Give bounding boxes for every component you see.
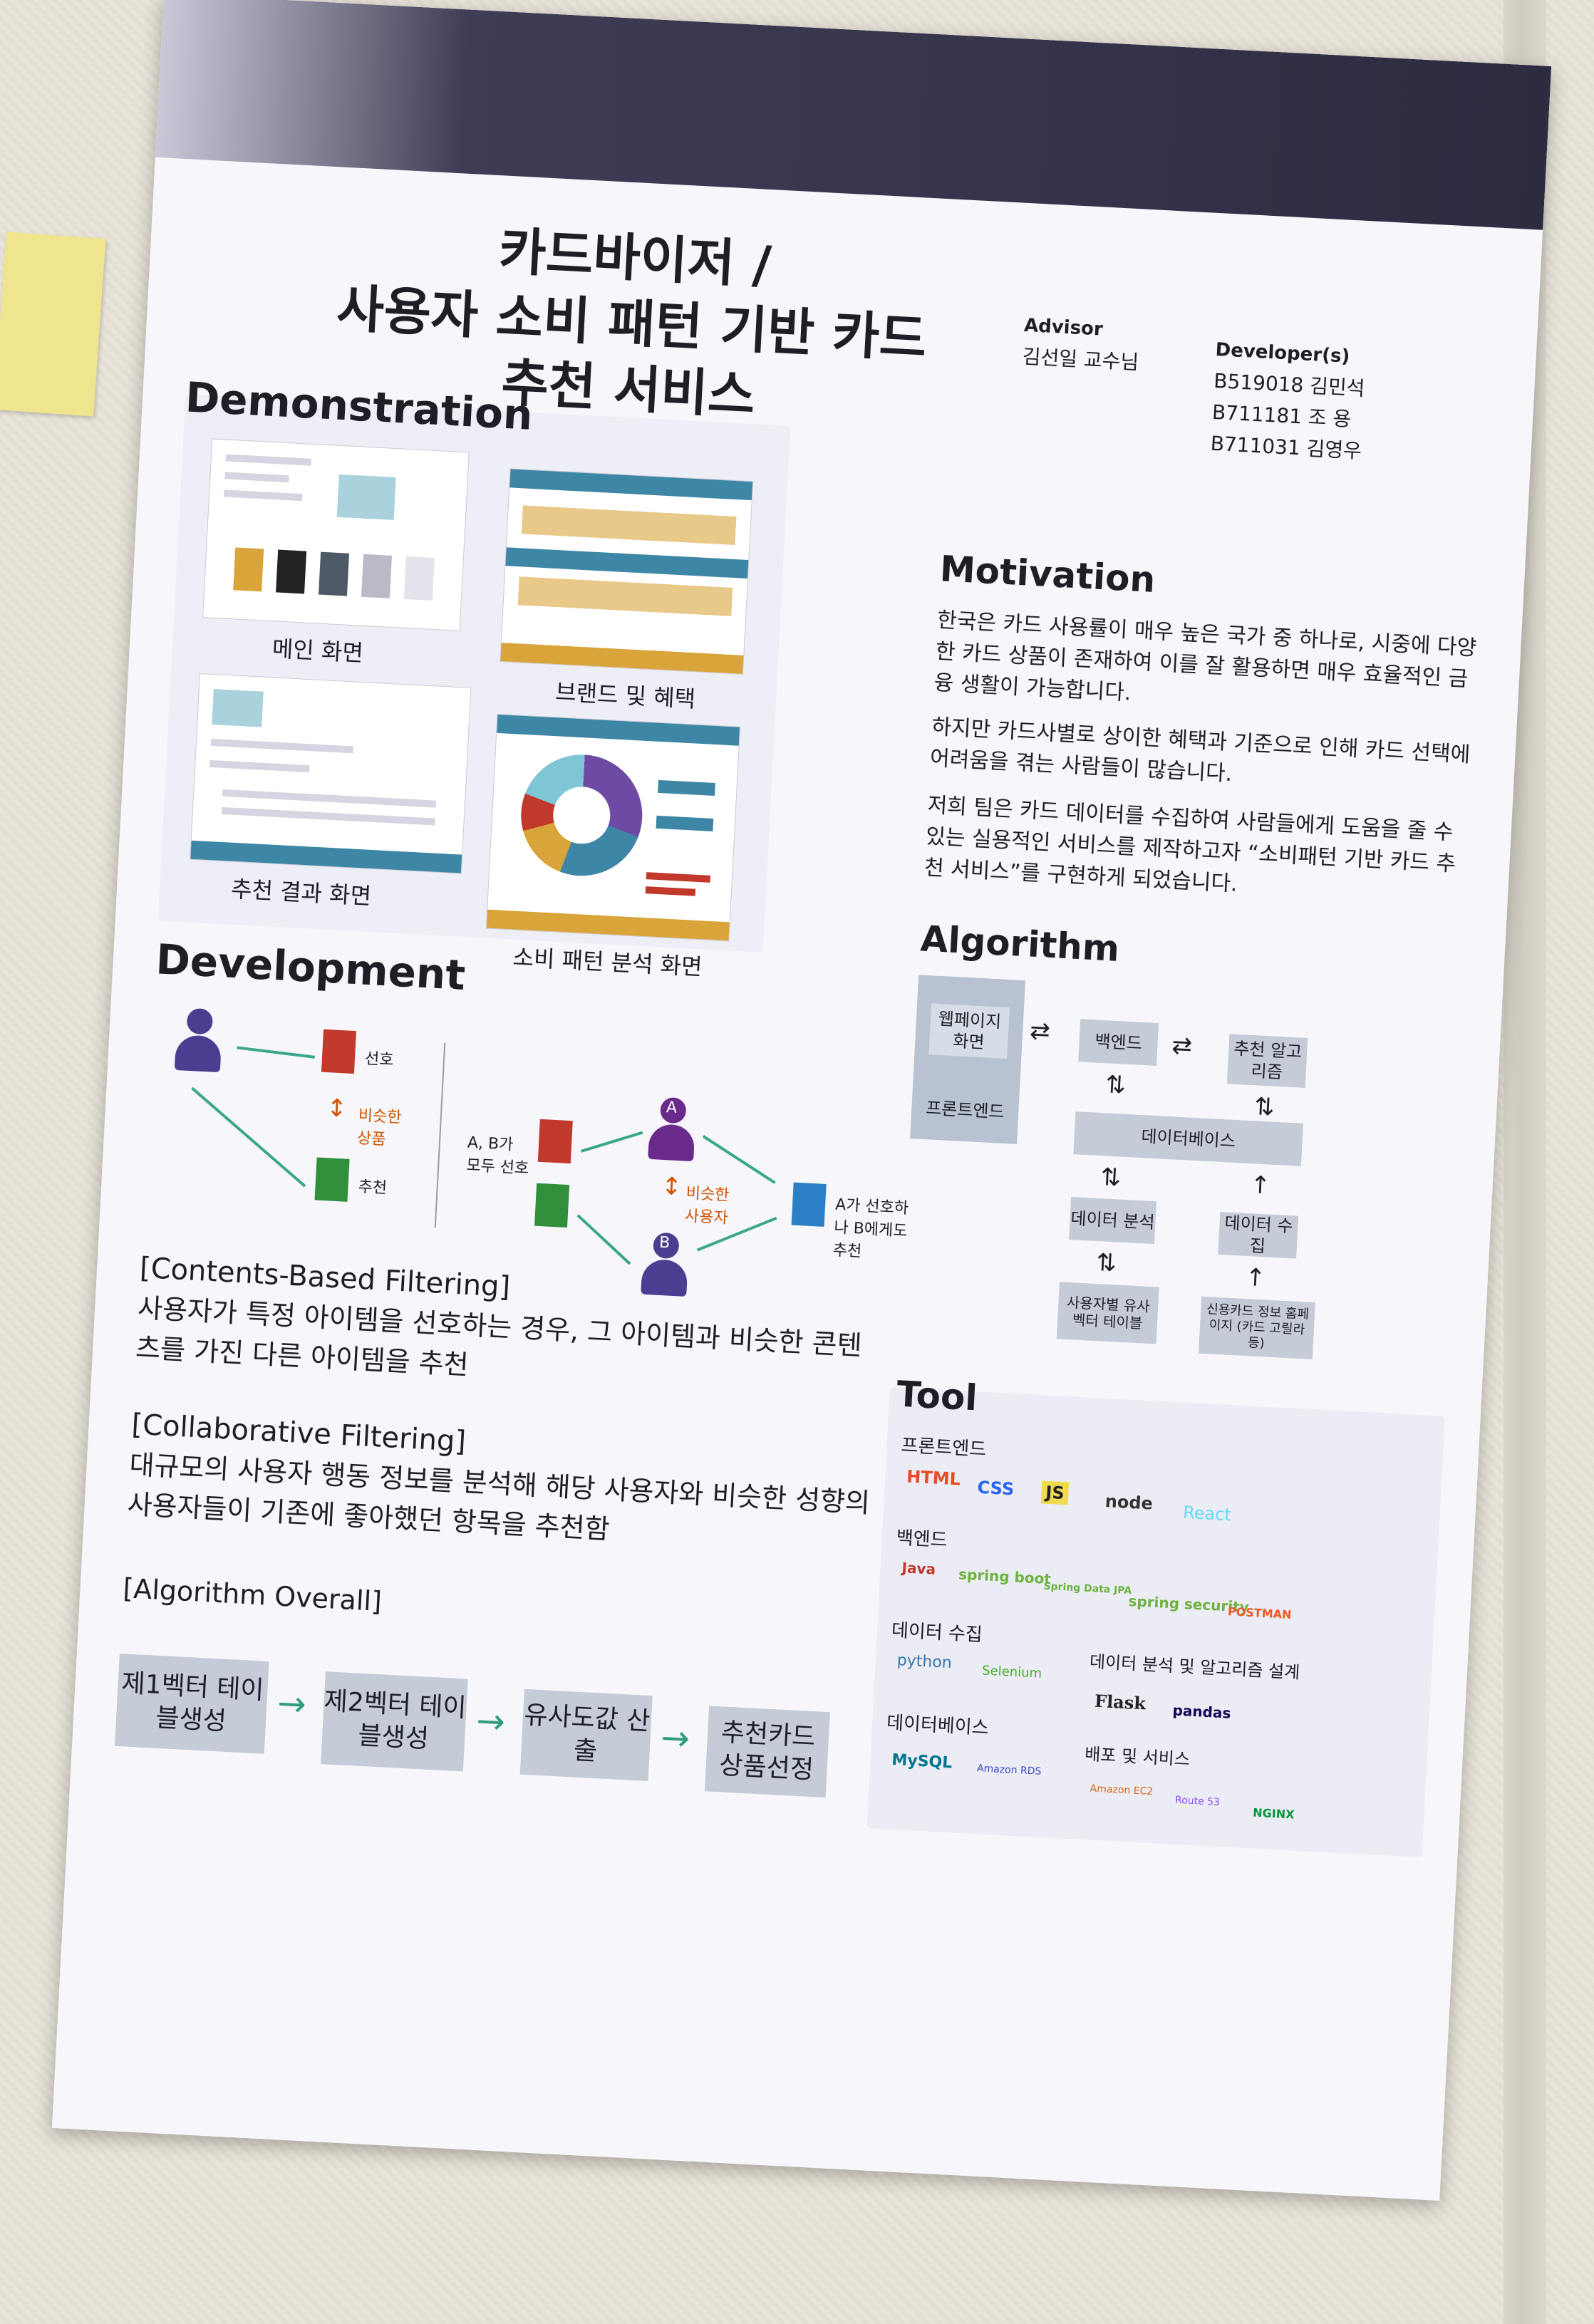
algo-analysis-box: 데이터 분석 <box>1069 1196 1157 1245</box>
diagram-divider <box>434 1042 446 1228</box>
screenshot-analysis <box>485 713 741 942</box>
flow-step-3: 유사도값 산출 <box>519 1688 653 1782</box>
tool-collect-label: 데이터 수집 <box>891 1619 983 1646</box>
algo-backend-box: 백엔드 <box>1078 1019 1159 1067</box>
arrow-web-backend: ⇄ <box>1029 1016 1051 1047</box>
node-logo: node <box>1104 1491 1154 1514</box>
python-logo: python <box>896 1651 953 1673</box>
arrow-recommend-db: ⇅ <box>1253 1092 1275 1122</box>
similar-user-arrow-icon: ↕ <box>661 1171 683 1202</box>
html-logo: HTML <box>906 1466 961 1490</box>
tool-database-label: 데이터베이스 <box>886 1712 990 1739</box>
label-b: B <box>658 1233 671 1252</box>
sticky-note <box>0 232 106 417</box>
screenshot-result <box>190 673 472 874</box>
arrow-db-analysis: ⇅ <box>1099 1163 1122 1193</box>
user-icon <box>172 1007 225 1074</box>
algo-web-box: 웹페이지 화면 <box>928 1003 1010 1059</box>
poster: 카드바이저 / 사용자 소비 패턴 기반 카드 추천 서비스 Advisor 김… <box>51 0 1552 2201</box>
doc-blue-icon <box>791 1182 827 1227</box>
label-prefer: 선호 <box>364 1049 395 1069</box>
arrow-collect-db: ↑ <box>1249 1171 1271 1200</box>
arrow-backend-db: ⇅ <box>1104 1070 1127 1100</box>
developer-block: Developer(s) B519018 김민석 B711181 조 용 B71… <box>1210 334 1367 467</box>
flow-step-2: 제2벡터 테이블생성 <box>321 1671 468 1772</box>
swap-arrow-icon: ↕ <box>326 1094 348 1124</box>
react-logo: React <box>1182 1502 1232 1525</box>
doc-green-shared-icon <box>534 1183 570 1228</box>
java-logo: Java <box>901 1559 936 1578</box>
arrow-recommend-user <box>191 1086 306 1188</box>
pandas-logo: pandas <box>1172 1701 1231 1722</box>
algo-collect-box: 데이터 수집 <box>1218 1211 1299 1259</box>
algorithm-heading: Algorithm <box>919 918 1121 970</box>
algo-user-table-box: 사용자별 유사 벡터 테이블 <box>1056 1282 1159 1344</box>
css-logo: CSS <box>976 1477 1015 1500</box>
label-similar-product: 비슷한 상품 <box>356 1106 403 1149</box>
tool-heading: Tool <box>895 1373 979 1419</box>
motivation-paragraph-2: 하지만 카드사별로 상이한 혜택과 기준으로 인해 카드 선택에 어려움을 겪는… <box>929 714 1471 787</box>
arrow-a-blue <box>702 1135 776 1184</box>
arrow-user-prefer <box>237 1046 315 1059</box>
mysql-logo: MySQL <box>891 1750 953 1773</box>
doc-red-shared-icon <box>537 1119 573 1164</box>
caption-main: 메인 화면 <box>271 635 364 667</box>
screenshot-main <box>202 438 470 632</box>
label-a: A <box>666 1099 678 1117</box>
flow-step-1: 제1벡터 테이블생성 <box>115 1653 269 1754</box>
label-ab-prefer: A, B가 모두 선호 <box>465 1134 529 1178</box>
arrow-source-collect: ↑ <box>1244 1262 1267 1293</box>
label-recommend: 추천 <box>357 1178 388 1198</box>
cf-block: [Collaborative Filtering] 대규모의 사용자 행동 정보… <box>126 1404 879 1563</box>
flow-step-4: 추천카드 상품선정 <box>704 1706 830 1798</box>
algo-frontend-panel: 웹페이지 화면 프론트엔드 <box>910 975 1026 1144</box>
label-similar-user: 비슷한 사용자 <box>684 1184 730 1228</box>
tool-backend-label: 백엔드 <box>896 1527 948 1552</box>
motivation-paragraph-1: 한국은 카드 사용률이 매우 높은 국가 중 하나로, 시중에 다양한 카드 상… <box>933 608 1477 706</box>
route53-logo: Route 53 <box>1174 1794 1221 1809</box>
development-heading: Development <box>155 935 467 1000</box>
algo-recommend-box: 추천 알고리즘 <box>1226 1034 1308 1088</box>
flow-arrow-1: → <box>276 1683 308 1725</box>
flask-logo: Flask <box>1094 1690 1147 1714</box>
flow-arrow-2: → <box>475 1701 507 1743</box>
arrow-analysis-table: ⇅ <box>1095 1247 1117 1278</box>
algo-frontend-box: 프론트엔드 <box>925 1098 1005 1122</box>
selenium-logo: Selenium <box>981 1663 1042 1681</box>
cbf-block: [Contents-Based Filtering] 사용자가 특정 아이템을 … <box>135 1248 888 1407</box>
advisor-block: Advisor 김선일 교수님 <box>1022 310 1142 378</box>
doc-red-icon <box>321 1029 357 1074</box>
nginx-logo: NGINX <box>1252 1805 1295 1822</box>
motivation-heading: Motivation <box>938 548 1156 601</box>
overall-title: [Algorithm Overall] <box>122 1572 383 1618</box>
label-a-pref-b-rec: A가 선호하나 B에게도 추천 <box>832 1195 909 1261</box>
algo-source-box: 신용카드 정보 홈페이지 (카드 고릴라 등) <box>1198 1296 1315 1360</box>
tool-frontend-label: 프론트엔드 <box>900 1434 987 1461</box>
arrow-backend-recommend: ⇄ <box>1171 1031 1194 1061</box>
screenshot-brand <box>500 468 754 675</box>
js-logo: JS <box>1040 1480 1070 1505</box>
flow-arrow-3: → <box>660 1717 691 1759</box>
advisor-name: 김선일 교수님 <box>1021 344 1139 375</box>
arrow-b-shared <box>576 1214 631 1265</box>
motivation-paragraph-3: 저희 팀은 카드 데이터를 수집하여 사람들에게 도움을 줄 수 있는 실용적인… <box>923 792 1456 897</box>
arrow-a-shared <box>581 1131 643 1153</box>
doc-green-icon <box>314 1157 350 1202</box>
